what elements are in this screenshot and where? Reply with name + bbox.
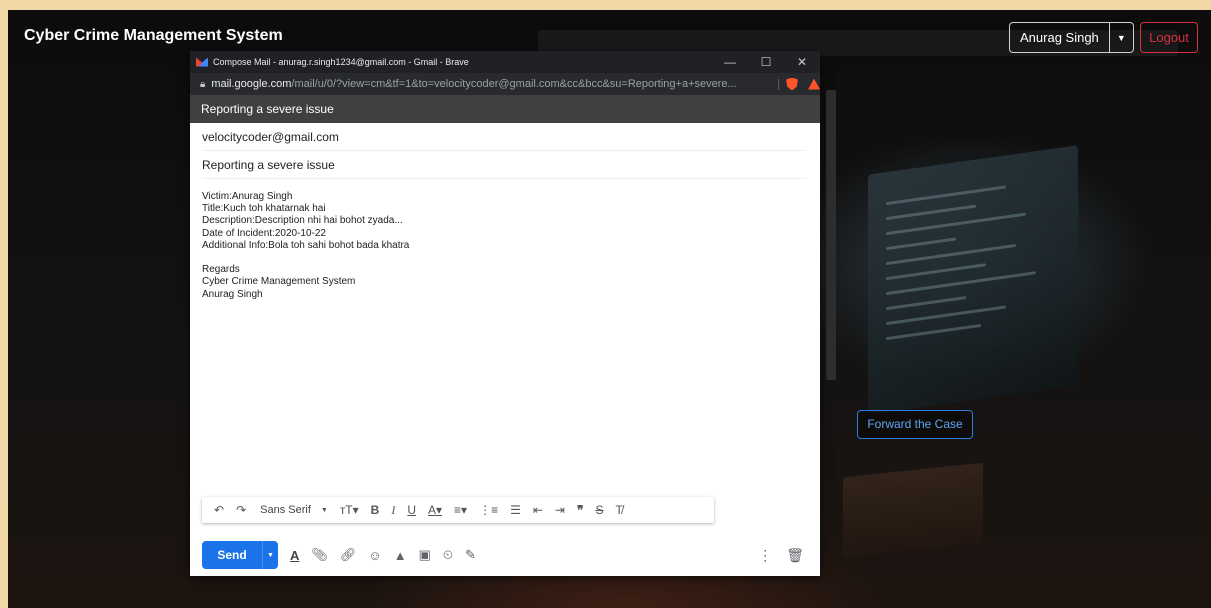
lock-icon: 🔒︎ xyxy=(200,78,206,90)
align-icon[interactable]: ≡▾ xyxy=(454,503,467,517)
text-color-icon[interactable]: A▾ xyxy=(428,503,442,517)
to-field[interactable]: velocitycoder@gmail.com xyxy=(202,123,806,151)
confidential-icon[interactable]: ⏲ xyxy=(443,547,453,563)
undo-icon[interactable]: ↶ xyxy=(214,503,224,517)
photo-icon[interactable]: ▣ xyxy=(419,547,431,563)
bottom-right-tools: ⋮ 🗑︎ xyxy=(758,547,808,564)
maximize-icon[interactable]: ☐ xyxy=(748,55,784,69)
message-body[interactable]: Victim:Anurag Singh Title:Kuch toh khata… xyxy=(190,179,820,509)
send-options-icon[interactable]: ▼ xyxy=(262,541,278,569)
redo-icon[interactable]: ↷ xyxy=(236,503,246,517)
url-bar[interactable]: 🔒︎ mail.google.com/mail/u/0/?view=cm&tf=… xyxy=(190,73,820,95)
background-panel xyxy=(826,90,836,380)
background-books xyxy=(843,462,983,558)
body-line: Anurag Singh xyxy=(202,288,263,300)
indent-more-icon[interactable]: ⇥ xyxy=(555,503,565,517)
font-select[interactable]: Sans Serif xyxy=(260,504,311,516)
app-title: Cyber Crime Management System xyxy=(24,27,283,44)
caret-down-icon[interactable]: ▼ xyxy=(1109,22,1134,53)
compose-header: Reporting a severe issue xyxy=(190,95,820,123)
gmail-icon xyxy=(196,57,208,67)
body-line: Additional Info:Bola toh sahi bohot bada… xyxy=(202,239,410,251)
link-icon[interactable]: 🔗︎ xyxy=(340,547,357,563)
bold-icon[interactable]: B xyxy=(371,503,380,517)
formatting-options-icon[interactable]: A xyxy=(290,548,299,563)
body-line: Description:Description nhi hai bohot zy… xyxy=(202,215,403,227)
drive-icon[interactable]: ▲ xyxy=(394,548,407,563)
forward-case-button[interactable]: Forward the Case xyxy=(857,410,973,439)
window-title: Compose Mail - anurag.r.singh1234@gmail.… xyxy=(213,57,469,67)
logout-button[interactable]: Logout xyxy=(1140,22,1198,53)
url-text[interactable]: mail.google.com/mail/u/0/?view=cm&tf=1&t… xyxy=(211,78,775,90)
formatting-toolbar: ↶ ↷ Sans Serif ▼ ᴛT▾ B I U A▾ ≡▾ ⋮≡ ☰ ⇤ … xyxy=(202,497,714,523)
window-titlebar: Compose Mail - anurag.r.singh1234@gmail.… xyxy=(190,51,820,73)
attach-icon[interactable]: 📎︎ xyxy=(311,547,328,563)
compose-mail-window: Compose Mail - anurag.r.singh1234@gmail.… xyxy=(190,51,820,576)
send-button[interactable]: Send xyxy=(202,541,262,569)
strikethrough-icon[interactable]: S xyxy=(595,503,603,517)
discard-icon[interactable]: 🗑︎ xyxy=(786,547,804,564)
user-dropdown[interactable]: Anurag Singh ▼ xyxy=(1009,22,1134,53)
quote-icon[interactable]: ❞ xyxy=(577,503,583,517)
body-line: Cyber Crime Management System xyxy=(202,276,356,288)
brave-rewards-icon[interactable] xyxy=(808,78,820,90)
body-line xyxy=(202,252,808,264)
user-name-button[interactable]: Anurag Singh xyxy=(1009,22,1110,53)
url-divider: | xyxy=(777,78,781,90)
underline-icon[interactable]: U xyxy=(407,503,416,517)
more-options-icon[interactable]: ⋮ xyxy=(758,547,772,564)
signature-icon[interactable]: ✎ xyxy=(465,547,476,563)
font-size-icon[interactable]: ᴛT▾ xyxy=(340,503,359,517)
subject-field[interactable]: Reporting a severe issue xyxy=(202,151,806,179)
italic-icon[interactable]: I xyxy=(391,503,395,518)
compose-bottom-bar: Send ▼ A 📎︎ 🔗︎ ☺ ▲ ▣ ⏲ ✎ ⋮ 🗑︎ xyxy=(202,541,808,569)
body-line: Regards xyxy=(202,264,240,276)
indent-less-icon[interactable]: ⇤ xyxy=(533,503,543,517)
minimize-icon[interactable]: — xyxy=(712,55,748,69)
background-monitor xyxy=(868,145,1078,415)
body-line: Victim:Anurag Singh xyxy=(202,191,293,202)
body-line: Title:Kuch toh khatarnak hai xyxy=(202,203,326,215)
numbered-list-icon[interactable]: ⋮≡ xyxy=(479,503,498,517)
brave-shield-icon[interactable] xyxy=(786,77,799,91)
close-icon[interactable]: ✕ xyxy=(784,55,820,69)
body-line: Date of Incident:2020-10-22 xyxy=(202,227,326,239)
emoji-icon[interactable]: ☺ xyxy=(368,548,381,563)
chevron-down-icon[interactable]: ▼ xyxy=(321,507,328,514)
remove-formatting-icon[interactable]: T̸ xyxy=(615,503,622,517)
bulleted-list-icon[interactable]: ☰ xyxy=(510,503,521,517)
